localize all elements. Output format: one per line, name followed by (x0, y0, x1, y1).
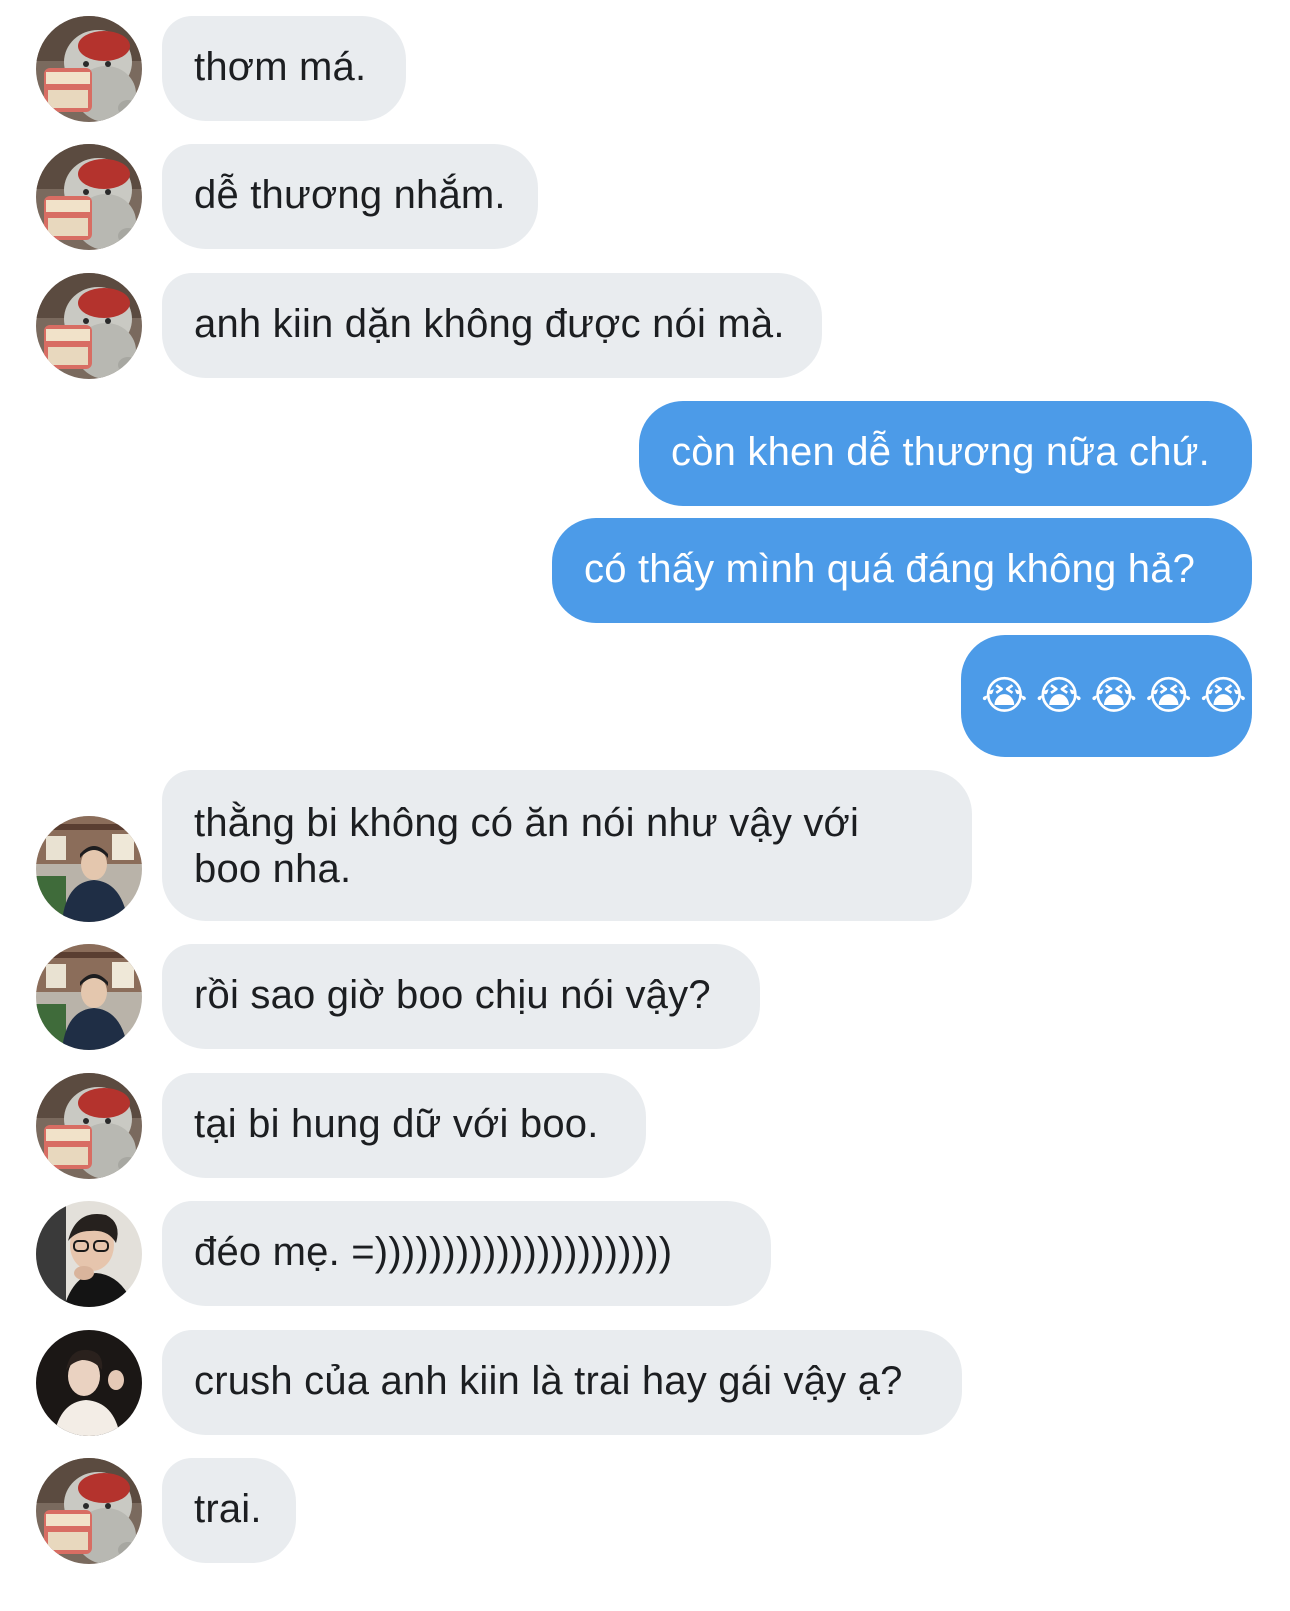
incoming-message-bubble[interactable]: rồi sao giờ boo chịu nói vậy? (162, 944, 760, 1049)
incoming-message-bubble[interactable]: thằng bi không có ăn nói như vậy với boo… (162, 770, 972, 921)
bear-avatar-icon[interactable] (36, 144, 142, 250)
outgoing-message-bubble[interactable]: có thấy mình quá đáng không hả? (552, 518, 1252, 623)
bear-avatar-icon[interactable] (36, 273, 142, 379)
bear-avatar-icon[interactable] (36, 1073, 142, 1179)
incoming-message-bubble[interactable]: thơm má. (162, 16, 406, 121)
incoming-message-bubble[interactable]: đéo mẹ. =)))))))))))))))))))))) (162, 1201, 771, 1306)
person-with-glasses-avatar-icon[interactable] (36, 1201, 142, 1307)
incoming-message-bubble[interactable]: anh kiin dặn không được nói mà. (162, 273, 822, 378)
incoming-message-bubble[interactable]: tại bi hung dữ với boo. (162, 1073, 646, 1178)
outgoing-message-bubble[interactable]: còn khen dễ thương nữa chứ. (639, 401, 1252, 506)
bear-avatar-icon[interactable] (36, 16, 142, 122)
person-dark-background-avatar-icon[interactable] (36, 1330, 142, 1436)
outgoing-emoji-bubble[interactable]: 😭😭😭😭😭 (961, 635, 1252, 757)
incoming-message-bubble[interactable]: trai. (162, 1458, 296, 1563)
bear-avatar-icon[interactable] (36, 1458, 142, 1564)
incoming-message-bubble[interactable]: dễ thương nhắm. (162, 144, 538, 249)
incoming-message-bubble[interactable]: crush của anh kiin là trai hay gái vậy ạ… (162, 1330, 962, 1435)
person-in-coat-avatar-icon[interactable] (36, 816, 142, 922)
person-in-coat-avatar-icon[interactable] (36, 944, 142, 1050)
